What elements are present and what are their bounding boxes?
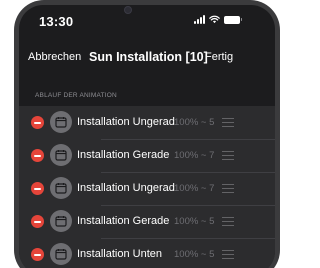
calendar-icon (50, 111, 72, 133)
animation-list: Installation Ungerad 100% ~ 5 Installati… (19, 106, 275, 268)
calendar-icon (50, 177, 72, 199)
calendar-icon (50, 210, 72, 232)
calendar-icon (50, 243, 72, 265)
battery-icon (224, 15, 242, 24)
item-value: 100% ~ 5 (174, 249, 215, 260)
item-label: Installation Ungerad (77, 116, 175, 128)
list-item[interactable]: Installation Unten 100% ~ 5 (19, 238, 275, 268)
delete-icon[interactable] (31, 149, 44, 162)
reorder-handle-icon[interactable] (222, 250, 234, 259)
delete-icon[interactable] (31, 248, 44, 261)
navigation-bar: Abbrechen Sun Installation [10] Fertig (19, 47, 275, 69)
page-title: Sun Installation [10] (89, 50, 208, 64)
status-bar: 13:30 (19, 5, 275, 35)
reorder-handle-icon[interactable] (222, 118, 234, 127)
reorder-handle-icon[interactable] (222, 217, 234, 226)
item-value: 100% ~ 7 (174, 183, 215, 194)
item-value: 100% ~ 7 (174, 150, 215, 161)
list-item[interactable]: Installation Gerade 100% ~ 5 (19, 205, 275, 238)
item-label: Installation Unten (77, 248, 162, 260)
reorder-handle-icon[interactable] (222, 184, 234, 193)
list-item[interactable]: Installation Ungerad 100% ~ 7 (19, 172, 275, 205)
screen: 13:30 Abbrechen Sun Installation [10] Fe… (19, 5, 275, 268)
signal-icon (194, 15, 205, 24)
calendar-icon (50, 144, 72, 166)
wifi-icon (209, 15, 220, 24)
delete-icon[interactable] (31, 116, 44, 129)
delete-icon[interactable] (31, 215, 44, 228)
section-header: ABLAUF DER ANIMATION (35, 92, 117, 99)
list-item[interactable]: Installation Gerade 100% ~ 7 (19, 139, 275, 172)
cancel-button[interactable]: Abbrechen (28, 51, 81, 63)
status-icons (194, 15, 242, 24)
item-label: Installation Gerade (77, 215, 170, 227)
item-label: Installation Gerade (77, 149, 170, 161)
done-button[interactable]: Fertig (205, 51, 233, 63)
item-value: 100% ~ 5 (174, 216, 215, 227)
status-time: 13:30 (39, 14, 74, 29)
reorder-handle-icon[interactable] (222, 151, 234, 160)
list-item[interactable]: Installation Ungerad 100% ~ 5 (19, 106, 275, 139)
delete-icon[interactable] (31, 182, 44, 195)
item-value: 100% ~ 5 (174, 117, 215, 128)
item-label: Installation Ungerad (77, 182, 175, 194)
